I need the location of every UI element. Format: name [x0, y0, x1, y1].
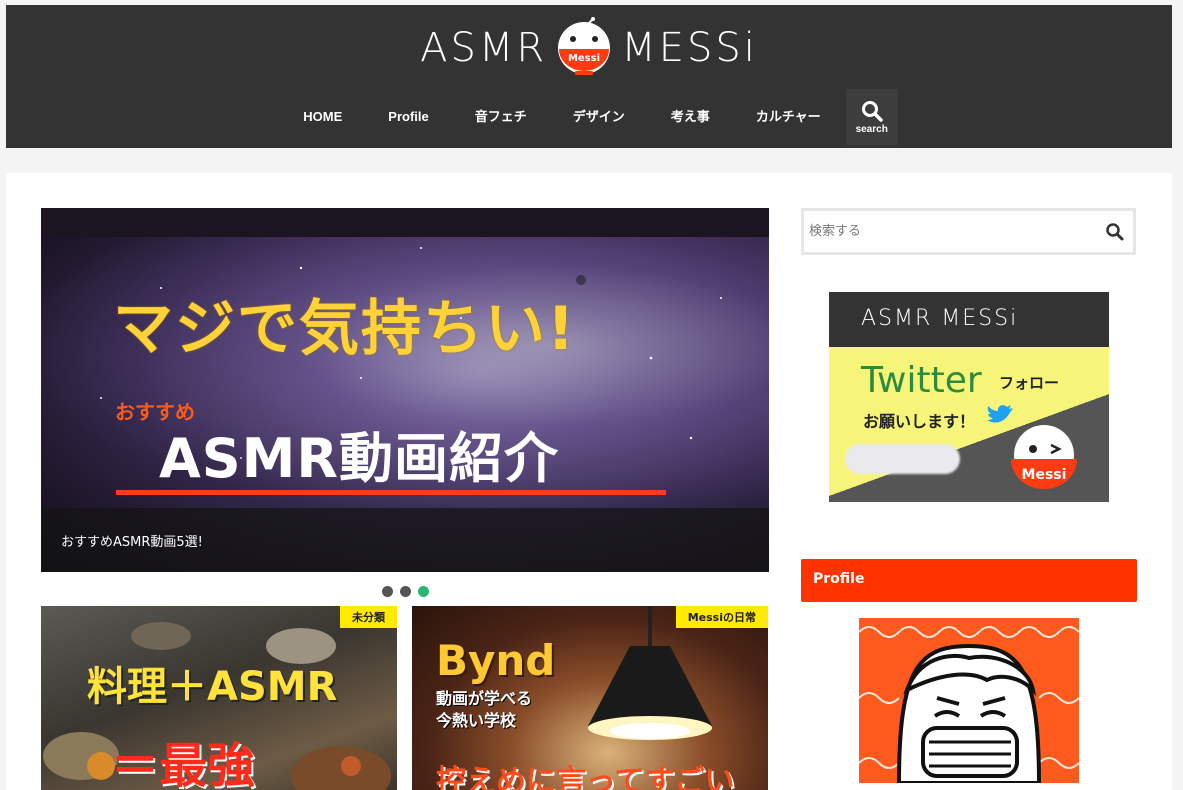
nav-item-home[interactable]: HOME	[280, 89, 365, 145]
profile-widget-title: Profile	[813, 571, 865, 587]
nav-item-culture[interactable]: カルチャー	[733, 89, 844, 145]
banner-handle-blur	[845, 444, 960, 474]
bowl-logo-icon: Messi	[558, 17, 611, 75]
category-badge[interactable]: 未分類	[340, 606, 397, 628]
category-badge[interactable]: Messiの日常	[675, 606, 768, 628]
post-card-cooking-asmr[interactable]: 未分類 料理＋ASMR ＝最強	[41, 606, 397, 790]
slide-image-main: ASMR動画紹介	[159, 427, 560, 490]
nav-item-thoughts[interactable]: 考え事	[648, 89, 733, 145]
post-image-line-3: 控えめに言ってすごい	[436, 764, 735, 790]
slide-caption[interactable]: おすすめASMR動画5選!	[61, 531, 203, 550]
sidebar-search-box	[801, 208, 1136, 255]
slide-image-title: マジで気持ちい!	[113, 294, 577, 364]
banner-logo-text: ASMR MESSi	[861, 306, 1019, 331]
post-card-bynd[interactable]: Messiの日常 Bynd 動画が学べる 今熱い学校 控えめに言ってすごい	[412, 606, 768, 790]
slider-dot-2[interactable]	[400, 586, 411, 597]
post-image-line-2: 動画が学べる 今熱い学校	[436, 688, 532, 732]
slide-underline	[116, 490, 666, 495]
nav-item-sound-fetish[interactable]: 音フェチ	[452, 89, 550, 145]
banner-ask-text: お願いします！	[863, 412, 976, 431]
post-image-line-2: ＝最強	[111, 738, 256, 790]
content-card: マジで気持ちい! おすすめ ASMR動画紹介 おすすめASMR動画5選! 未分類…	[6, 173, 1172, 790]
post-image-line-2a: 動画が学べる	[436, 689, 533, 708]
bowl-mascot-icon: Messi	[1011, 425, 1077, 489]
search-input[interactable]	[804, 211, 1094, 252]
post-image-line-1: Bynd	[436, 636, 556, 685]
main-nav: HOME Profile 音フェチ デザイン 考え事 カルチャー search	[6, 89, 1172, 145]
banner-bowl-label: Messi	[1022, 467, 1067, 483]
logo-text-right: MESSi	[621, 25, 758, 71]
banner-twitter-text: Twitter	[861, 360, 982, 401]
site-header: ASMR Messi MESSi HOME Profile 音フェチ デザイン …	[6, 5, 1172, 148]
banner-follow-text: フォロー	[999, 374, 1060, 392]
twitter-follow-banner[interactable]: ASMR MESSi Twitter フォロー お願いします！ Messi	[829, 292, 1109, 502]
nav-item-profile[interactable]: Profile	[365, 89, 451, 145]
profile-widget-header: Profile	[801, 559, 1137, 602]
nav-item-design[interactable]: デザイン	[550, 89, 648, 145]
slider-dot-1[interactable]	[382, 586, 393, 597]
search-icon	[861, 100, 883, 122]
slider-dot-3-active[interactable]	[418, 586, 429, 597]
slider-pagination	[382, 586, 429, 597]
post-image-line-2b: 今熱い学校	[436, 711, 517, 730]
site-logo[interactable]: ASMR Messi MESSi	[6, 15, 1172, 81]
bowl-logo-label: Messi	[568, 53, 600, 64]
featured-slider[interactable]: マジで気持ちい! おすすめ ASMR動画紹介 おすすめASMR動画5選!	[41, 208, 769, 572]
logo-text-left: ASMR	[420, 25, 548, 71]
nav-search-label: search	[855, 123, 888, 135]
profile-avatar	[859, 618, 1079, 783]
search-icon[interactable]	[1105, 222, 1125, 242]
post-image-line-1: 料理＋ASMR	[87, 664, 338, 710]
nav-search-button[interactable]: search	[845, 89, 898, 145]
masked-face-avatar-icon	[859, 626, 1079, 783]
